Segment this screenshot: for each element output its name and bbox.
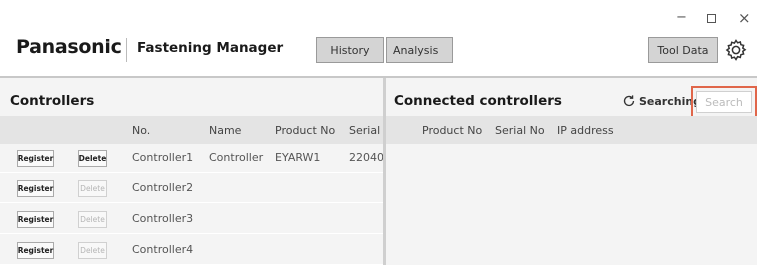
controller-serial-no: 2204000 [349, 151, 383, 164]
register-button[interactable]: Register [17, 150, 54, 167]
column-header-product-no: Product No [422, 124, 483, 137]
history-button[interactable]: History [316, 37, 384, 63]
controller-product-no: EYARW1 [275, 151, 321, 164]
register-button[interactable]: Register [17, 242, 54, 259]
delete-button: Delete [78, 242, 107, 259]
column-header-ip-address: IP address [557, 124, 614, 137]
column-header-no: No. [132, 124, 151, 137]
column-header-serial-no: Serial No [349, 124, 383, 137]
header-divider [126, 38, 127, 62]
connected-table-header: Product No Serial No IP address [386, 116, 757, 144]
controllers-panel: Controllers No. Name Product No Serial N… [0, 78, 383, 265]
column-header-name: Name [209, 124, 242, 137]
table-row: Register Delete Controller1 Controller E… [0, 144, 383, 173]
controllers-table-header: No. Name Product No Serial No [0, 116, 383, 144]
delete-button: Delete [78, 180, 107, 197]
register-button[interactable]: Register [17, 211, 54, 228]
connected-controllers-panel: Connected controllers Searching Search P… [386, 78, 757, 265]
delete-button: Delete [78, 211, 107, 228]
delete-button[interactable]: Delete [78, 150, 107, 167]
column-header-serial-no: Serial No [495, 124, 545, 137]
close-button[interactable]: × [738, 10, 751, 26]
register-button[interactable]: Register [17, 180, 54, 197]
table-row: Register Delete Controller2 [0, 174, 383, 203]
controller-name: Controller [209, 151, 264, 164]
app-title: Fastening Manager [137, 40, 284, 56]
minimize-button[interactable]: − [676, 10, 687, 26]
searching-status: Searching [622, 94, 701, 108]
search-highlight-box [691, 86, 757, 118]
controller-no: Controller4 [132, 243, 194, 256]
table-row: Register Delete Controller3 [0, 205, 383, 234]
controller-no: Controller2 [132, 181, 194, 194]
controllers-title: Controllers [10, 93, 95, 109]
table-row: Register Delete Controller4 [0, 236, 383, 265]
refresh-icon [623, 95, 635, 107]
analysis-button[interactable]: Analysis [386, 37, 453, 63]
tool-data-button[interactable]: Tool Data [648, 37, 718, 63]
connected-controllers-title: Connected controllers [394, 93, 562, 109]
column-header-product-no: Product No [275, 124, 336, 137]
controller-no: Controller3 [132, 212, 194, 225]
maximize-button[interactable] [707, 14, 716, 23]
panasonic-logo: Panasonic [16, 36, 122, 58]
controller-no: Controller1 [132, 151, 194, 164]
settings-gear-icon[interactable] [724, 38, 748, 62]
